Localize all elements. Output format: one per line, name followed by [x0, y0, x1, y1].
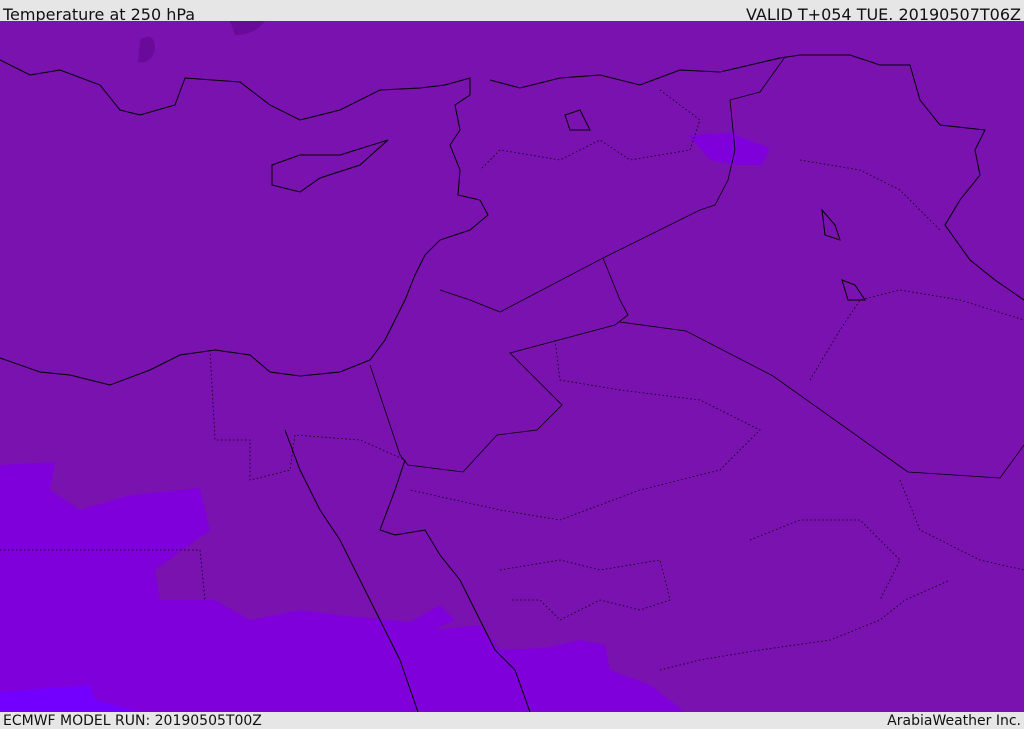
model-run: ECMWF MODEL RUN: 20190505T00Z — [3, 713, 262, 729]
footer-bar: ECMWF MODEL RUN: 20190505T00Z ArabiaWeat… — [0, 712, 1024, 729]
credit: ArabiaWeather Inc. — [887, 713, 1021, 729]
header-bar: Temperature at 250 hPa VALID T+054 TUE. … — [0, 0, 1024, 24]
temperature-map[interactable] — [0, 21, 1024, 712]
